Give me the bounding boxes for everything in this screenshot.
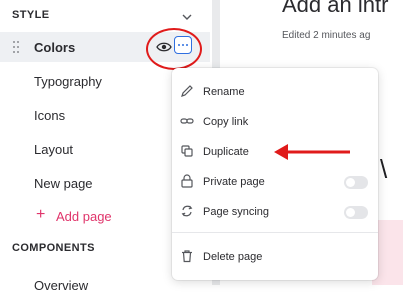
page-title[interactable]: Add an intr	[282, 0, 388, 18]
style-section-header: STYLE	[12, 9, 50, 21]
content-fragment: \	[380, 154, 388, 184]
sidebar-item-colors[interactable]: Colors	[0, 32, 210, 62]
more-dots-icon	[177, 43, 181, 47]
components-section-header: COMPONENTS	[12, 242, 95, 254]
sidebar-item-label: New page	[34, 175, 93, 191]
duplicate-icon	[181, 145, 193, 157]
eye-icon[interactable]	[156, 40, 172, 54]
menu-item-copy-link[interactable]: Copy link	[172, 108, 378, 136]
lock-icon	[181, 174, 193, 188]
sidebar-item-label: Typography	[34, 73, 102, 89]
menu-item-label: Duplicate	[203, 146, 249, 158]
menu-item-page-syncing[interactable]: Page syncing	[172, 198, 378, 226]
page-syncing-toggle[interactable]	[344, 206, 368, 219]
page-options-menu: Rename Copy link Duplicate Private page …	[172, 68, 378, 280]
sync-icon	[181, 205, 193, 217]
menu-item-delete-page[interactable]: Delete page	[172, 243, 378, 271]
plus-icon: +	[36, 206, 46, 223]
sidebar-item-label: Layout	[34, 141, 74, 157]
menu-item-label: Delete page	[203, 251, 263, 263]
sidebar-item-label: Icons	[34, 107, 66, 123]
sidebar-item-label: Colors	[34, 39, 76, 55]
menu-item-private-page[interactable]: Private page	[172, 168, 378, 196]
edited-timestamp: Edited 2 minutes ag	[282, 30, 371, 41]
menu-divider	[172, 232, 378, 233]
add-page-label: Add page	[56, 208, 112, 224]
menu-item-label: Private page	[203, 176, 265, 188]
menu-item-label: Copy link	[203, 116, 249, 128]
private-page-toggle[interactable]	[344, 176, 368, 189]
pencil-icon	[181, 85, 193, 97]
menu-item-rename[interactable]: Rename	[172, 78, 378, 106]
drag-handle-icon[interactable]	[12, 40, 20, 54]
annotation-arrow	[274, 144, 350, 160]
trash-icon	[182, 250, 192, 263]
menu-item-label: Rename	[203, 86, 245, 98]
menu-item-label: Page syncing	[203, 206, 270, 218]
link-icon	[180, 118, 194, 124]
more-options-button[interactable]	[174, 36, 192, 54]
chevron-down-icon[interactable]	[180, 10, 194, 24]
sidebar-item-label: Overview	[34, 277, 89, 293]
